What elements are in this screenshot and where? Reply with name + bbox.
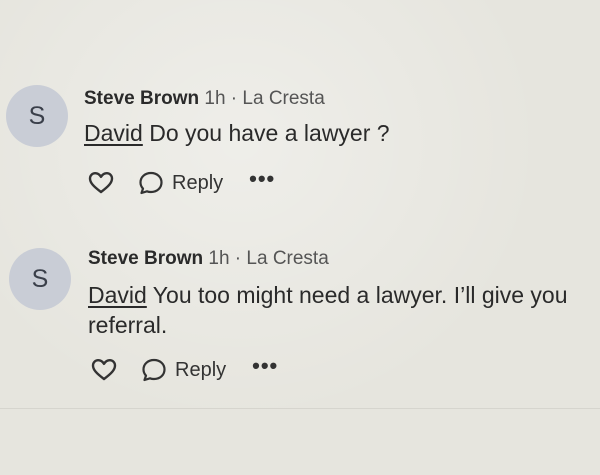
comment-meta: Steve Brown 1h · La Cresta (84, 88, 325, 110)
mention-link[interactable]: David (84, 120, 143, 146)
divider (0, 408, 600, 409)
comment-text: David Do you have a lawyer ? (84, 118, 564, 148)
heart-icon[interactable] (91, 358, 117, 382)
more-options-button[interactable]: ••• (249, 168, 275, 190)
neighborhood[interactable]: La Cresta (242, 88, 324, 109)
timestamp: 1h (204, 88, 226, 109)
comment-text: David You too might need a lawyer. I’ll … (88, 280, 573, 340)
speech-bubble-icon (138, 170, 164, 196)
timestamp: 1h (208, 248, 230, 269)
meta-separator: · (230, 88, 238, 109)
avatar[interactable]: S (6, 85, 68, 147)
comment-actions: Reply ••• (88, 168, 275, 196)
mention-link[interactable]: David (88, 282, 147, 308)
comment-actions: Reply ••• (91, 355, 278, 383)
more-options-button[interactable]: ••• (252, 355, 278, 377)
avatar-initial: S (28, 101, 46, 130)
reply-label: Reply (175, 358, 227, 381)
screen: S Steve Brown 1h · La Cresta David Do yo… (0, 0, 600, 475)
avatar[interactable]: S (9, 248, 71, 310)
author-name[interactable]: Steve Brown (88, 248, 203, 269)
speech-bubble-icon (141, 357, 167, 383)
avatar-initial: S (31, 264, 49, 293)
reply-button[interactable]: Reply (141, 357, 226, 383)
reply-button[interactable]: Reply (138, 170, 223, 196)
heart-icon[interactable] (88, 171, 114, 195)
neighborhood[interactable]: La Cresta (246, 248, 328, 269)
comment-body: You too might need a lawyer. I’ll give y… (88, 282, 568, 338)
meta-separator: · (234, 248, 242, 269)
author-name[interactable]: Steve Brown (84, 88, 199, 109)
comment-body: Do you have a lawyer ? (149, 120, 390, 146)
comment-meta: Steve Brown 1h · La Cresta (88, 248, 329, 270)
reply-label: Reply (172, 171, 224, 194)
